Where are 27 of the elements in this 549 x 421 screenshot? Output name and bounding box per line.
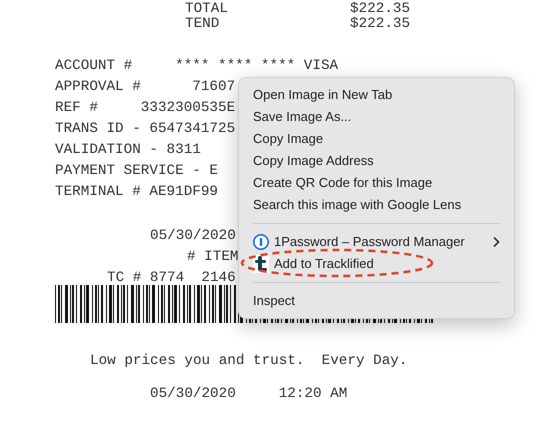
receipt-line: TOTAL (185, 0, 228, 18)
receipt-line: 05/30/2020 12:20 AM (150, 385, 348, 404)
menu-item[interactable]: Add to Tracklified (239, 253, 514, 275)
menu-item[interactable]: Copy Image Address (239, 150, 514, 172)
menu-item[interactable]: Copy Image (239, 128, 514, 150)
menu-item[interactable]: Search this image with Google Lens (239, 194, 514, 216)
receipt-line: APPROVAL # 71607 (55, 78, 236, 97)
menu-item[interactable]: Open Image in New Tab (239, 84, 514, 106)
receipt-line: Low prices you and trust. Every Day. (90, 352, 408, 371)
receipt-line: $222.35 (350, 0, 410, 17)
receipt-line: REF # 3332300535E (55, 99, 236, 118)
receipt-line: TEND (185, 15, 220, 34)
menu-item[interactable]: Save Image As... (239, 106, 514, 128)
receipt-line: 05/30/2020 (150, 227, 236, 246)
receipt-line: PAYMENT SERVICE - E (55, 162, 218, 181)
receipt-line: $222.35 (350, 15, 410, 34)
receipt-line: # ITEM (187, 248, 238, 267)
receipt-line: VALIDATION - 8311 (55, 141, 201, 160)
receipt-line: TC # 8774 2146 (107, 269, 236, 288)
menu-item[interactable]: Inspect (239, 290, 514, 312)
chevron-right-icon (492, 236, 500, 248)
menu-item[interactable]: 1Password – Password Manager (239, 231, 514, 253)
receipt-line: TERMINAL # AE91DF99 (55, 183, 218, 202)
receipt-line: TRANS ID - 6547341725 (55, 120, 236, 139)
menu-item[interactable]: Create QR Code for this Image (239, 172, 514, 194)
keyhole-icon (253, 234, 269, 250)
receipt-line: ACCOUNT # **** **** **** VISA (55, 57, 338, 76)
